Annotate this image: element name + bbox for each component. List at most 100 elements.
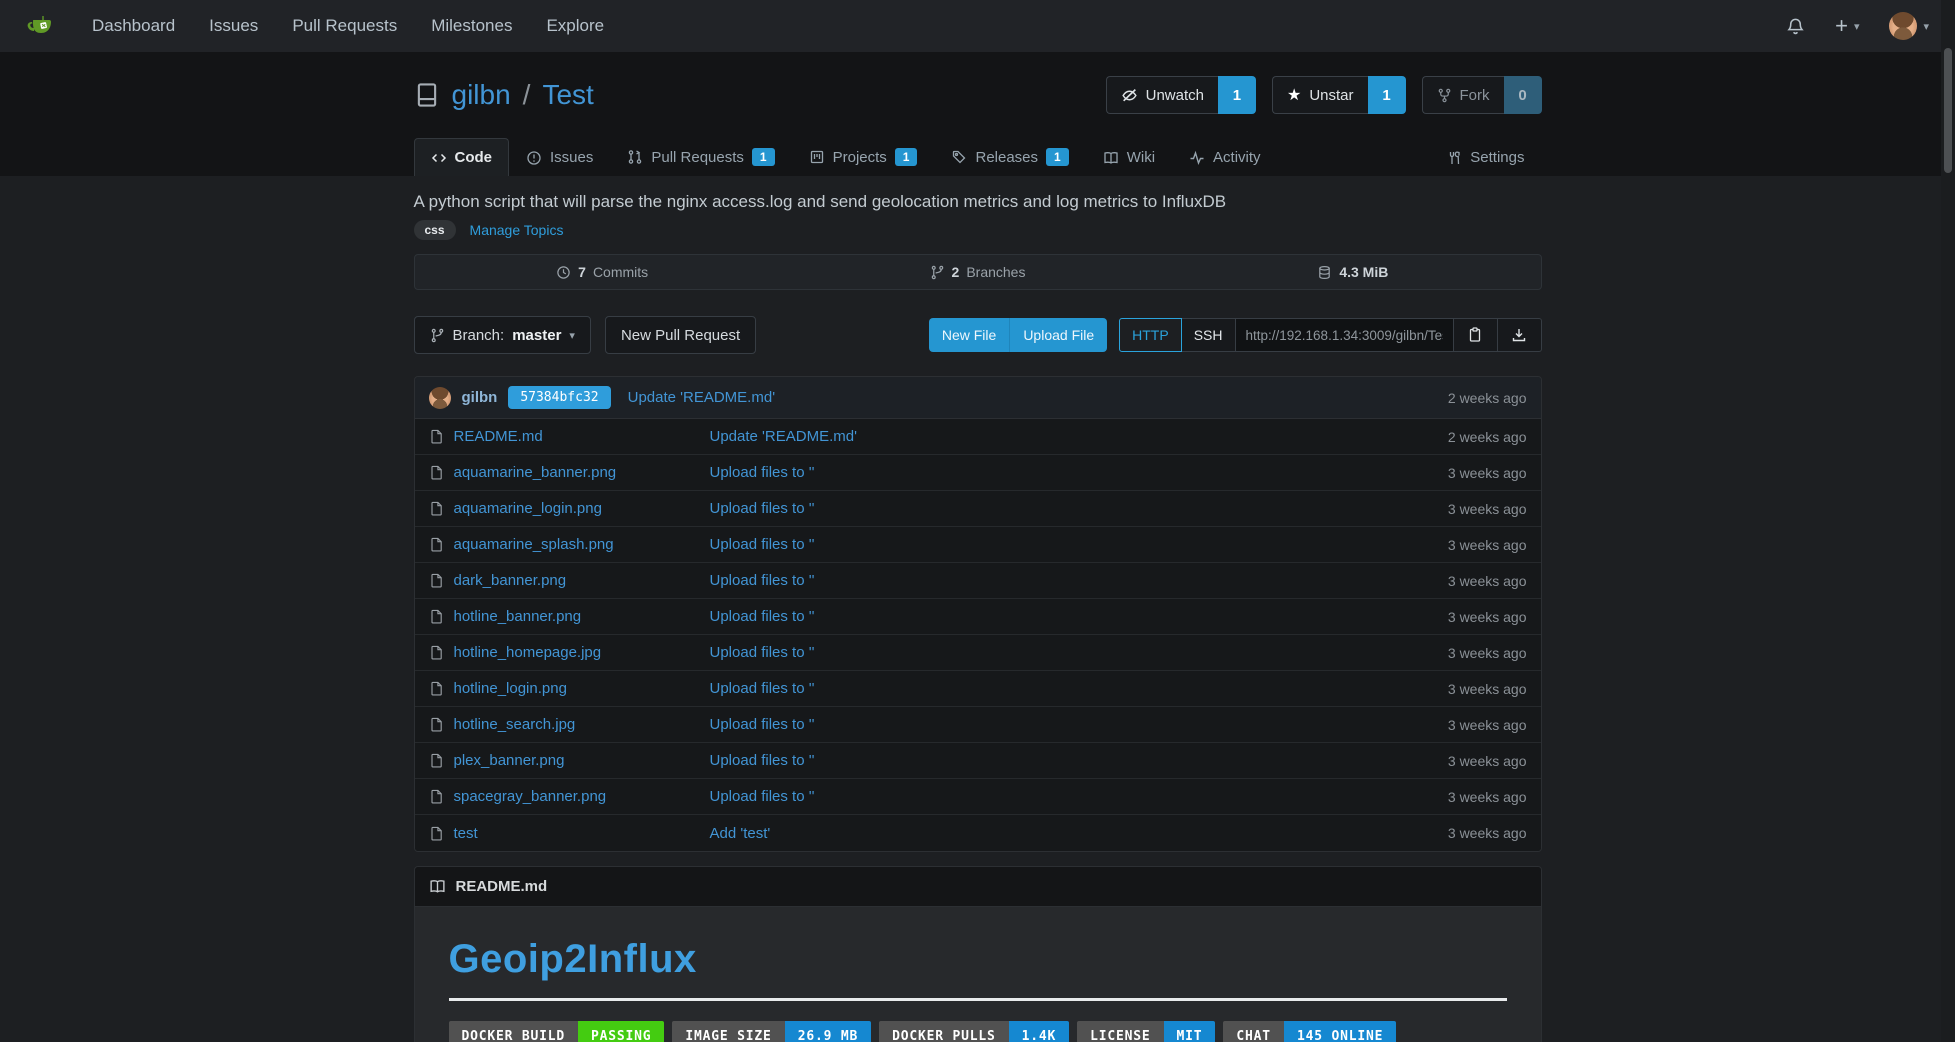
notifications-bell-icon[interactable] [1786,17,1805,36]
file-name-link[interactable]: dark_banner.png [454,572,567,589]
file-name-link[interactable]: aquamarine_splash.png [454,536,614,553]
watch-count[interactable]: 1 [1218,76,1256,114]
repo-stats-bar: 7Commits 2Branches 4.3 M [414,254,1542,290]
nav-explore[interactable]: Explore [546,16,604,36]
file-row: aquamarine_login.png Upload files to '' … [415,491,1541,527]
status-badge[interactable]: DOCKER PULLS 1.4K [879,1021,1069,1042]
file-row: README.md Update 'README.md' 2 weeks ago [415,419,1541,455]
file-icon [429,429,444,444]
user-menu[interactable]: ▾ [1889,12,1929,40]
file-commit-message-link[interactable]: Upload files to '' [710,680,815,697]
commit-message-link[interactable]: Update 'README.md' [628,389,775,406]
gitea-logo-icon[interactable] [26,10,58,42]
tab-activity[interactable]: Activity [1172,138,1278,176]
file-name-link[interactable]: aquamarine_login.png [454,500,602,517]
projects-count-badge: 1 [895,148,918,166]
page-scrollbar[interactable] [1941,0,1955,1042]
file-commit-message-link[interactable]: Upload files to '' [710,644,815,661]
status-badge[interactable]: IMAGE SIZE 26.9 MB [672,1021,871,1042]
unstar-button[interactable]: ★ Unstar [1272,76,1368,114]
file-commit-message-link[interactable]: Upload files to '' [710,788,815,805]
file-age: 2 weeks ago [1448,429,1527,445]
file-name-link[interactable]: plex_banner.png [454,752,565,769]
http-protocol-button[interactable]: HTTP [1119,318,1182,352]
commit-sha-button[interactable]: 57384bfc32 [508,386,610,409]
download-button[interactable] [1498,318,1542,352]
tab-issues[interactable]: Issues [509,138,610,176]
tab-code[interactable]: Code [414,138,510,176]
branch-selector[interactable]: Branch: master ▾ [414,316,591,354]
file-row: aquamarine_splash.png Upload files to ''… [415,527,1541,563]
file-name-link[interactable]: hotline_login.png [454,680,567,697]
file-age: 3 weeks ago [1448,717,1527,733]
ssh-protocol-button[interactable]: SSH [1182,318,1236,352]
nav-milestones[interactable]: Milestones [431,16,512,36]
unwatch-button[interactable]: Unwatch [1106,76,1218,114]
file-icon [429,717,444,732]
download-icon [1511,327,1527,343]
file-commit-message-link[interactable]: Update 'README.md' [710,428,857,445]
copy-url-button[interactable] [1454,318,1498,352]
file-commit-message-link[interactable]: Upload files to '' [710,752,815,769]
tab-wiki[interactable]: Wiki [1086,138,1172,176]
nav-pull-requests[interactable]: Pull Requests [292,16,397,36]
pull-requests-count-badge: 1 [752,148,775,166]
file-commit-message-link[interactable]: Add 'test' [710,825,771,842]
fork-button[interactable]: Fork [1422,76,1504,114]
file-commit-message-link[interactable]: Upload files to '' [710,536,815,553]
top-navbar: Dashboard Issues Pull Requests Milestone… [0,0,1955,52]
file-name-link[interactable]: hotline_search.jpg [454,716,576,733]
file-row: hotline_search.jpg Upload files to '' 3 … [415,707,1541,743]
upload-file-button[interactable]: Upload File [1009,318,1107,352]
file-commit-message-link[interactable]: Upload files to '' [710,608,815,625]
tab-releases[interactable]: Releases 1 [934,137,1085,176]
nav-issues[interactable]: Issues [209,16,258,36]
fork-count[interactable]: 0 [1504,76,1542,114]
status-badge[interactable]: DOCKER BUILD PASSING [449,1021,665,1042]
file-age: 3 weeks ago [1448,465,1527,481]
scrollbar-thumb[interactable] [1944,48,1952,173]
branch-icon [930,265,945,280]
file-name-link[interactable]: hotline_banner.png [454,608,582,625]
file-commit-message-link[interactable]: Upload files to '' [710,500,815,517]
tab-settings[interactable]: Settings [1429,138,1541,176]
status-badge[interactable]: LICENSE MIT [1077,1021,1215,1042]
file-table: gilbn 57384bfc32 Update 'README.md' 2 we… [414,376,1542,852]
star-group: ★ Unstar 1 [1272,76,1406,114]
file-name-link[interactable]: test [454,825,478,842]
star-count[interactable]: 1 [1368,76,1406,114]
file-age: 3 weeks ago [1448,609,1527,625]
user-avatar [1889,12,1917,40]
repo-title: gilbn / Test [414,79,594,111]
file-name-link[interactable]: spacegray_banner.png [454,788,607,805]
repo-owner-link[interactable]: gilbn [452,79,511,111]
repo-name-link[interactable]: Test [542,79,593,111]
nav-dashboard[interactable]: Dashboard [92,16,175,36]
tab-projects[interactable]: Projects 1 [792,137,935,176]
create-new-button[interactable]: +▾ [1835,15,1859,37]
file-age: 3 weeks ago [1448,573,1527,589]
file-commit-message-link[interactable]: Upload files to '' [710,716,815,733]
branches-stat[interactable]: 2Branches [790,255,1165,289]
file-row: hotline_login.png Upload files to '' 3 w… [415,671,1541,707]
commits-stat[interactable]: 7Commits [415,255,790,289]
file-commit-message-link[interactable]: Upload files to '' [710,572,815,589]
star-icon: ★ [1287,85,1301,105]
topic-chip-css[interactable]: css [414,220,456,240]
new-file-button[interactable]: New File [929,318,1009,352]
file-name-link[interactable]: aquamarine_banner.png [454,464,617,481]
clone-url-input[interactable] [1236,318,1454,352]
pull-request-icon [627,149,643,165]
file-name-link[interactable]: hotline_homepage.jpg [454,644,602,661]
manage-topics-link[interactable]: Manage Topics [470,222,564,238]
file-name-link[interactable]: README.md [454,428,543,445]
file-icon [429,645,444,660]
file-age: 3 weeks ago [1448,537,1527,553]
tab-pull-requests[interactable]: Pull Requests 1 [610,137,791,176]
file-commit-message-link[interactable]: Upload files to '' [710,464,815,481]
size-stat[interactable]: 4.3 MiB [1165,255,1540,289]
status-badge[interactable]: CHAT 145 ONLINE [1223,1021,1396,1042]
new-pull-request-button[interactable]: New Pull Request [605,316,756,354]
commit-author-link[interactable]: gilbn [462,389,498,406]
projects-icon [809,149,825,165]
